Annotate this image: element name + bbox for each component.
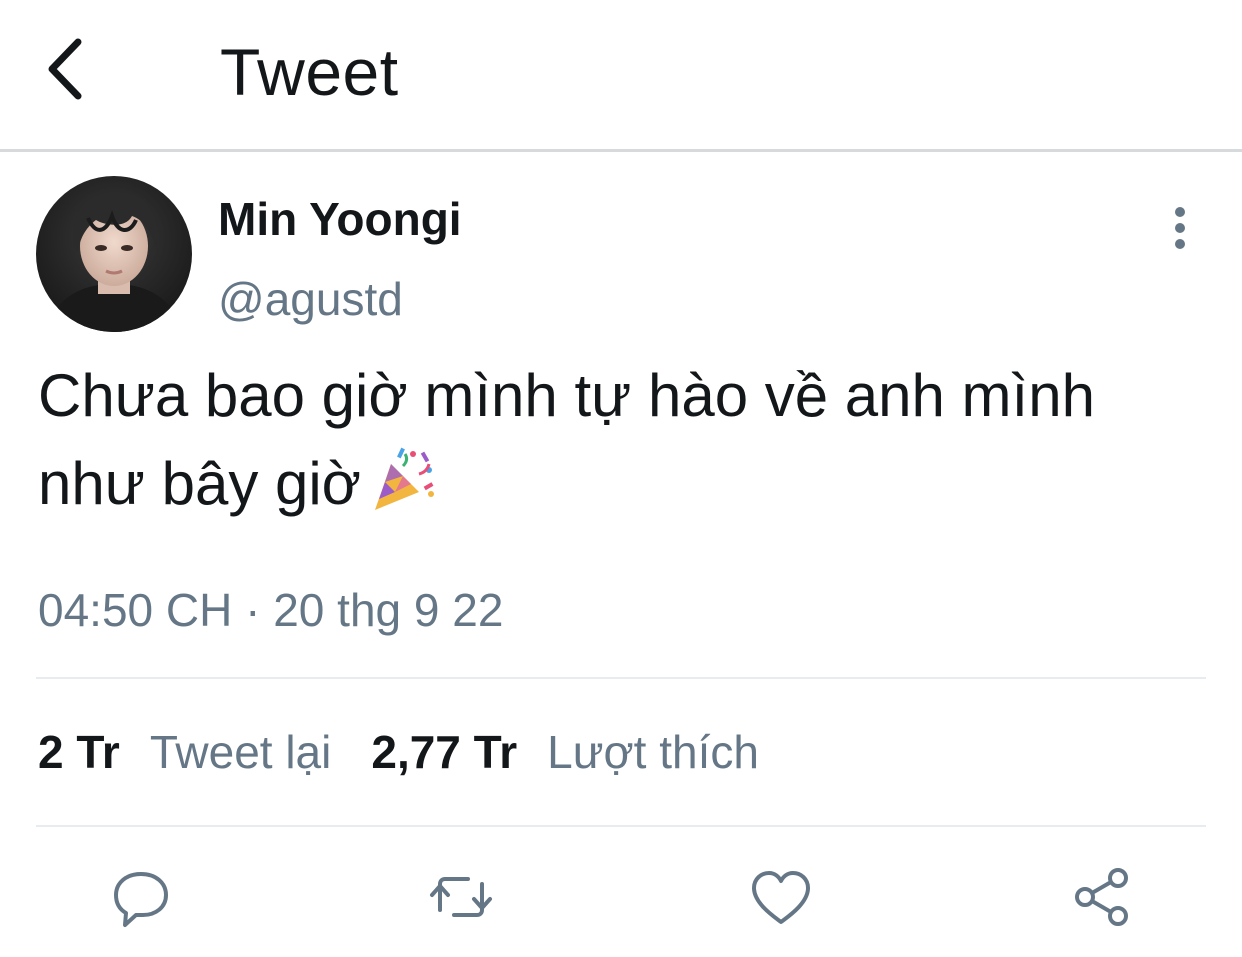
tweet-timestamp[interactable]: 04:50 CH · 20 thg 9 22 <box>38 582 503 638</box>
retweet-icon <box>430 877 492 917</box>
profile-photo <box>36 176 192 332</box>
heart-icon <box>752 871 810 924</box>
party-popper-icon <box>369 444 439 514</box>
more-options-button[interactable] <box>1160 204 1200 252</box>
author-display-name[interactable]: Min Yoongi <box>218 192 462 246</box>
tweet-stats: 2 Tr Tweet lại 2,77 Tr Lượt thích <box>38 722 759 782</box>
like-label[interactable]: Lượt thích <box>547 726 759 778</box>
tweet-text: Chưa bao giờ mình tự hào về anh mình như… <box>38 362 1095 517</box>
reply-button[interactable] <box>106 862 176 932</box>
like-button[interactable] <box>746 862 816 932</box>
share-icon <box>1075 868 1128 926</box>
avatar[interactable] <box>36 176 192 332</box>
back-button[interactable] <box>40 36 100 102</box>
retweet-count[interactable]: 2 Tr <box>38 726 120 778</box>
reply-icon <box>114 872 168 927</box>
retweet-button[interactable] <box>426 862 496 932</box>
divider <box>36 825 1206 827</box>
author-handle[interactable]: @agustd <box>218 272 403 326</box>
more-vertical-icon <box>1175 207 1185 249</box>
divider <box>36 677 1206 679</box>
navigation-header: Tweet <box>0 0 1242 152</box>
tweet-body: Chưa bao giờ mình tự hào về anh mình như… <box>38 352 1188 528</box>
tweet-detail-screen: Tweet Min Yoongi @agustd Chưa bao giờ mì… <box>0 0 1242 957</box>
like-count[interactable]: 2,77 Tr <box>371 726 517 778</box>
retweet-label[interactable]: Tweet lại <box>150 726 332 778</box>
share-button[interactable] <box>1068 862 1138 932</box>
page-title: Tweet <box>220 35 399 109</box>
chevron-left-icon <box>48 38 82 100</box>
